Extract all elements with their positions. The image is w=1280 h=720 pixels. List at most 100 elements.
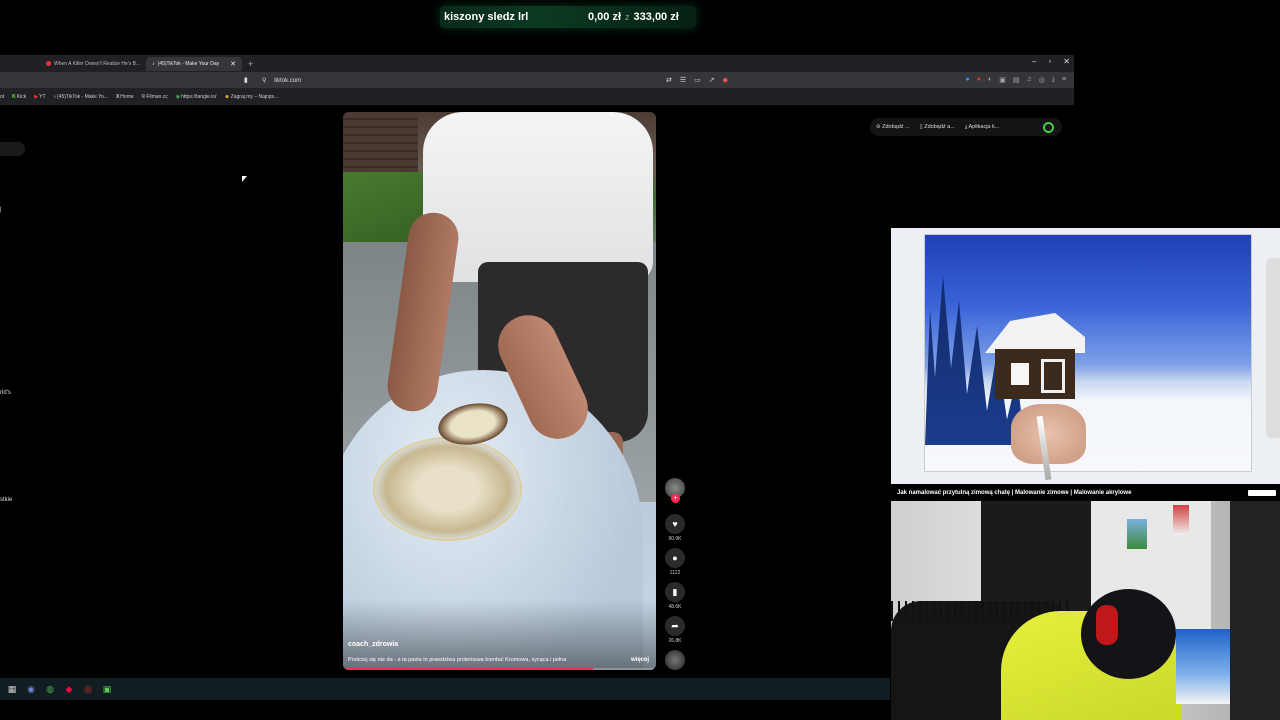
- donation-goal-bar: kiszony sledz lrl 0,00 zł z 333,00 zł: [440, 6, 696, 28]
- wall-picture: [1173, 505, 1189, 535]
- music-icon[interactable]: ♫: [1026, 76, 1031, 84]
- extensions-area: ● ● ◐ ▣ ▤ ♫ ◎ ⤓ ≡: [965, 76, 1066, 84]
- goal-current: 0,00 zł: [588, 11, 622, 23]
- video-description: Prościej się nie da - a ta pasta to praw…: [348, 657, 567, 663]
- webcam-feed: [891, 501, 1280, 720]
- goal-target: 333,00 zł: [633, 11, 679, 23]
- painted-house: [985, 313, 1085, 399]
- tab-label: (45)TikTok - Make Your Day: [157, 60, 220, 67]
- puzzle-icon[interactable]: ▣: [999, 76, 1006, 84]
- reader-icon[interactable]: ☰: [680, 76, 686, 84]
- caption-badge: [1248, 489, 1276, 496]
- goal-title: kiszony sledz lrl: [444, 11, 529, 23]
- extension-icon[interactable]: ●: [965, 76, 969, 84]
- share-icon[interactable]: ➦: [665, 616, 685, 636]
- tab-label: When A Killer Doesn't Realize He's B...: [54, 60, 141, 67]
- bookmark-icon[interactable]: ▮: [665, 582, 685, 602]
- header-actions: ⊘ Zdobądź ... ▯ Zdobądź a... ⤓ Aplikacja…: [870, 118, 1062, 136]
- bookmark-icon[interactable]: ▮: [244, 76, 248, 84]
- heart-icon[interactable]: ♥: [665, 514, 685, 534]
- tab-strip: When A Killer Doesn't Realize He's B... …: [0, 55, 1074, 72]
- youtube-icon: [46, 61, 51, 66]
- site-info-icon[interactable]: ⚲: [262, 78, 266, 84]
- video-author[interactable]: coach_zdrowia: [348, 641, 398, 648]
- goal-separator: z: [625, 12, 630, 22]
- taskbar: ▦ ◉ ◍ ◆ ◎ ▣: [0, 678, 890, 700]
- sidebar-edge-mark: |: [0, 207, 2, 213]
- sidebar-snippet: rld's: [0, 390, 11, 396]
- chrome-icon[interactable]: ◍: [44, 683, 56, 695]
- tiktok-video[interactable]: coach_zdrowia Prościej się nie da - a ta…: [343, 112, 656, 670]
- window-controls: – ▫ ✕: [1032, 57, 1070, 66]
- url-text: tiktok.com: [274, 77, 302, 84]
- address-bar-row: ▮ ⚲ tiktok.com ⇄ ☰ ▭ ↗ ◆ ● ● ◐ ▣ ▤ ♫ ◎ ⤓…: [0, 72, 1074, 88]
- share-icon[interactable]: ↗: [709, 76, 715, 84]
- comment-count: 1122: [669, 570, 681, 576]
- sidebar-icon[interactable]: ▤: [1013, 76, 1020, 84]
- bookmark-tiktok[interactable]: ♪(45)TikTok - Make Yo...: [54, 94, 108, 100]
- shield-icon[interactable]: ◆: [723, 76, 728, 84]
- creator-avatar[interactable]: +: [665, 478, 685, 503]
- bookmarks-bar: ot KKick ▶YT ♪(45)TikTok - Make Yo... XH…: [0, 88, 1074, 105]
- bookmark-tangle[interactable]: ◉https://tangle.io/: [176, 94, 217, 100]
- comment-action[interactable]: ● 1122: [663, 548, 687, 576]
- new-tab-button[interactable]: +: [248, 59, 253, 69]
- page-actions: ⇄ ☰ ▭ ↗ ◆: [666, 76, 728, 84]
- extension-icon[interactable]: ◐: [988, 76, 992, 84]
- bookmark-home[interactable]: XHome: [116, 94, 134, 100]
- address-bar[interactable]: ⚲ tiktok.com: [262, 77, 301, 84]
- caption-text: Jak namalować przytulną zimową chatę | M…: [897, 489, 1132, 496]
- salad-bowl: [373, 437, 522, 541]
- follow-icon[interactable]: +: [671, 494, 680, 503]
- bookmark-filman[interactable]: ©Filman.cc: [142, 94, 168, 100]
- bookmark-cut[interactable]: ot: [0, 94, 4, 100]
- tiktok-icon: ♪: [152, 60, 155, 67]
- share-action[interactable]: ➦ 26.8K: [663, 616, 687, 644]
- like-action[interactable]: ♥ 90.9K: [663, 514, 687, 542]
- headphones-icon: [1096, 605, 1118, 645]
- close-window-button[interactable]: ✕: [1063, 57, 1070, 66]
- video-progress[interactable]: [343, 668, 656, 670]
- more-button[interactable]: więcej: [631, 657, 649, 663]
- discord-icon[interactable]: ◉: [25, 683, 37, 695]
- tab-youtube[interactable]: When A Killer Doesn't Realize He's B...: [40, 57, 146, 71]
- browser-window: When A Killer Doesn't Realize He's B... …: [0, 55, 1074, 105]
- screenshot-icon[interactable]: ▭: [694, 76, 701, 84]
- video-actions: + ♥ 90.9K ● 1122 ▮ 48.6K ➦ 26.8K: [663, 478, 687, 670]
- save-action[interactable]: ▮ 48.6K: [663, 582, 687, 610]
- bookmark-yt[interactable]: ▶YT: [34, 94, 45, 100]
- painting-canvas: [924, 234, 1252, 472]
- easel-canvas: [1176, 629, 1236, 704]
- desktop-app-button[interactable]: ⤓ Aplikacja k...: [965, 124, 1000, 131]
- get-app-button[interactable]: ▯ Zdobądź a...: [920, 124, 955, 130]
- record-icon[interactable]: ●: [977, 76, 981, 84]
- close-tab-icon[interactable]: ✕: [230, 60, 236, 68]
- bookmark-kick[interactable]: KKick: [12, 94, 26, 100]
- brave-icon[interactable]: ◆: [63, 683, 75, 695]
- menu-icon[interactable]: ≡: [1062, 76, 1066, 84]
- bookmark-zagraj[interactable]: ☻Zagraj.my – Najnps...: [224, 94, 278, 100]
- sidebar-snippet: stkie: [0, 497, 13, 503]
- like-count: 90.9K: [668, 536, 682, 542]
- tab-tiktok[interactable]: ♪ (45)TikTok - Make Your Day ✕: [146, 56, 243, 71]
- wall-picture: [1127, 519, 1147, 549]
- translate-icon[interactable]: ⇄: [666, 76, 672, 84]
- profile-avatar[interactable]: [1043, 121, 1054, 133]
- overlay-caption: Jak namalować przytulną zimową chatę | M…: [891, 484, 1280, 501]
- get-coins-button[interactable]: ⊘ Zdobądź ...: [876, 124, 910, 130]
- video-progress-fill: [343, 668, 594, 670]
- minimize-button[interactable]: –: [1032, 57, 1036, 66]
- save-count: 48.6K: [668, 604, 682, 610]
- app-icon[interactable]: ▣: [101, 683, 113, 695]
- start-icon[interactable]: ▦: [6, 683, 18, 695]
- download-icon[interactable]: ⤓: [1052, 76, 1055, 84]
- music-disc-icon[interactable]: [665, 650, 685, 670]
- wallet-icon[interactable]: ◎: [1039, 76, 1045, 84]
- maximize-button[interactable]: ▫: [1048, 57, 1051, 66]
- painting-video-overlay: [891, 228, 1280, 484]
- comment-icon[interactable]: ●: [665, 548, 685, 568]
- search-pill[interactable]: [0, 142, 25, 156]
- painter-hand: [1011, 404, 1086, 464]
- share-count: 26.8K: [668, 638, 682, 644]
- obs-icon[interactable]: ◎: [82, 683, 94, 695]
